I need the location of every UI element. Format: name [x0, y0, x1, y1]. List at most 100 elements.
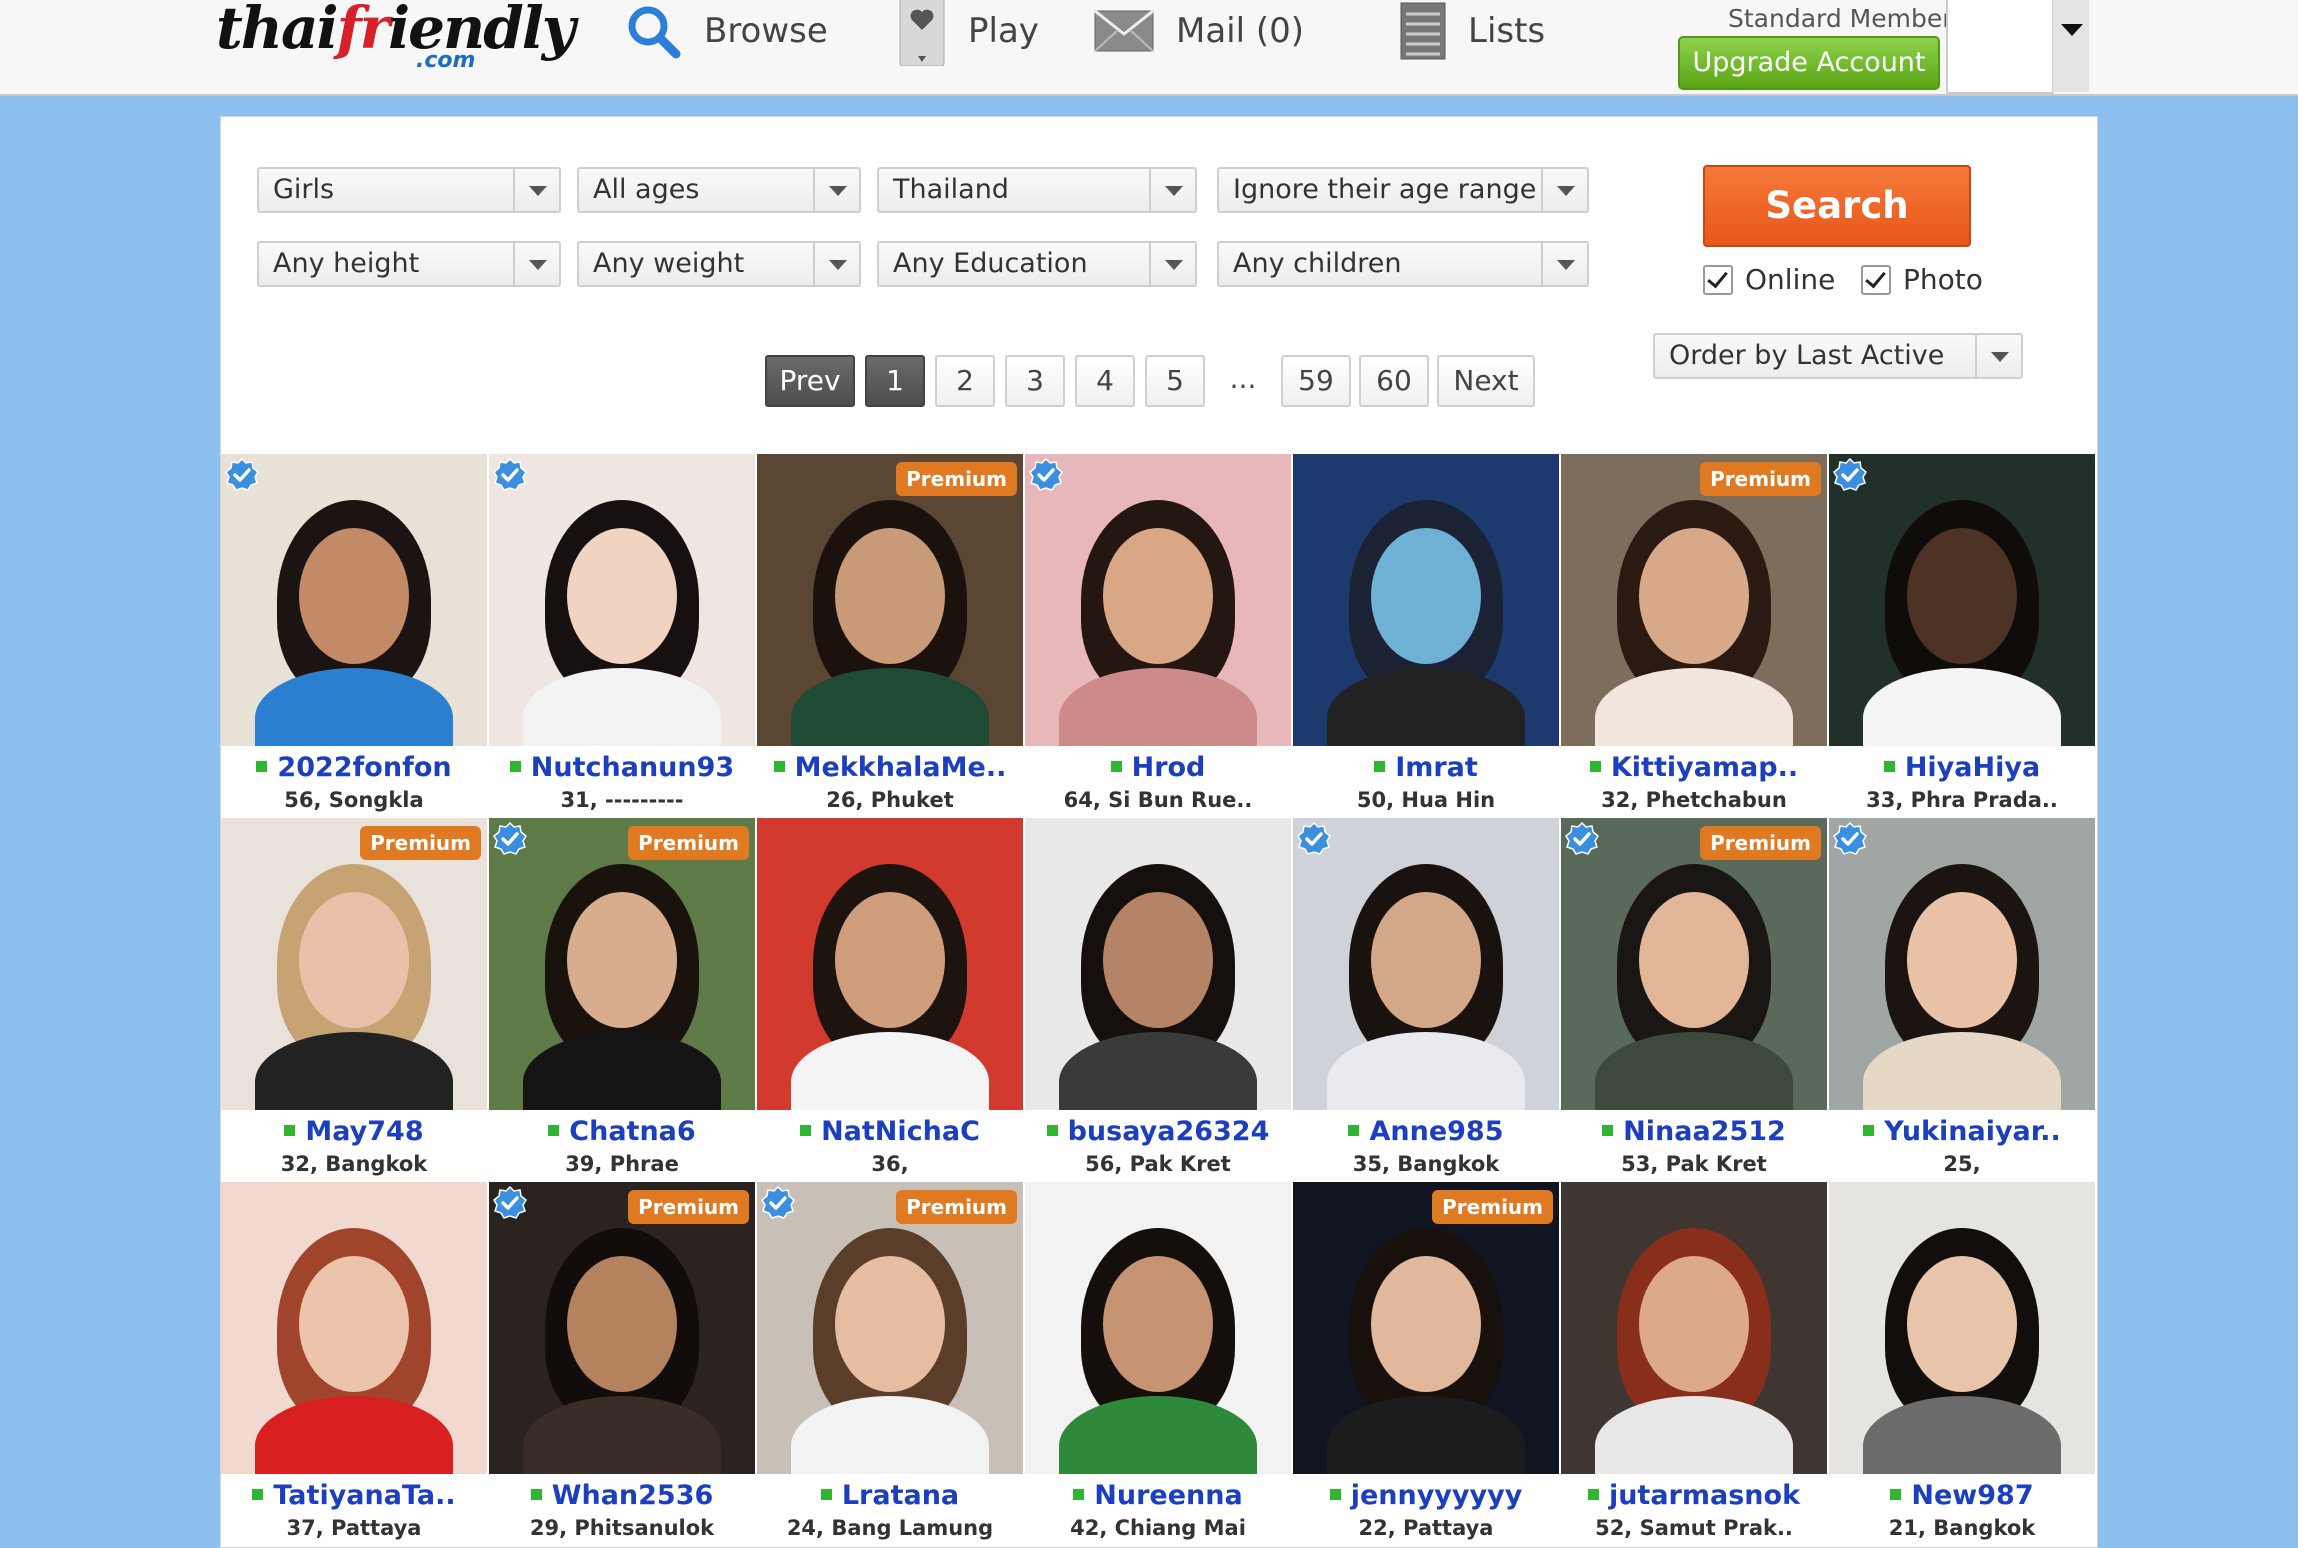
- profile-photo[interactable]: Premium: [489, 818, 755, 1110]
- age-select[interactable]: All ages: [577, 167, 861, 213]
- weight-select[interactable]: Any weight: [577, 241, 861, 287]
- profile-photo[interactable]: Premium: [489, 1182, 755, 1474]
- profile-card[interactable]: Premium Ninaa2512 53, Pak Kret: [1561, 818, 1827, 1180]
- profile-username[interactable]: Lratana: [757, 1480, 1023, 1511]
- profile-photo[interactable]: [221, 1182, 487, 1474]
- profile-card[interactable]: Imrat 50, Hua Hin: [1293, 454, 1559, 816]
- profile-username[interactable]: MekkhalaMe..: [757, 752, 1023, 783]
- profile-card[interactable]: Nureenna 42, Chiang Mai: [1025, 1182, 1291, 1544]
- profile-username[interactable]: jennyyyyyy: [1293, 1480, 1559, 1511]
- profile-card[interactable]: Premium jennyyyyyy 22, Pattaya: [1293, 1182, 1559, 1544]
- profile-card[interactable]: Premium Chatna6 39, Phrae: [489, 818, 755, 1180]
- profile-age-location: 29, Phitsanulok: [529, 1516, 715, 1540]
- nav-lists[interactable]: Lists: [1400, 0, 1545, 62]
- profile-username[interactable]: Kittiyamap..: [1561, 752, 1827, 783]
- nav-browse[interactable]: Browse: [624, 0, 828, 62]
- profile-age-location: 21, Bangkok: [1888, 1516, 2036, 1540]
- profile-card[interactable]: 2022fonfon 56, Songkla: [221, 454, 487, 816]
- nav-play[interactable]: Play: [898, 0, 1039, 66]
- profile-username[interactable]: Whan2536: [489, 1480, 755, 1511]
- profile-card[interactable]: TatiyanaTa.. 37, Pattaya: [221, 1182, 487, 1544]
- page-2-button[interactable]: 2: [935, 355, 995, 407]
- profile-photo[interactable]: [1025, 1182, 1291, 1474]
- profile-card[interactable]: jutarmasnok 52, Samut Prak..: [1561, 1182, 1827, 1544]
- profile-username[interactable]: New987: [1829, 1480, 2095, 1511]
- education-select[interactable]: Any Education: [877, 241, 1197, 287]
- profile-photo[interactable]: [1829, 454, 2095, 746]
- profile-photo[interactable]: [1293, 818, 1559, 1110]
- profile-username[interactable]: HiyaHiya: [1829, 752, 2095, 783]
- profile-username[interactable]: busaya26324: [1025, 1116, 1291, 1147]
- profile-username[interactable]: TatiyanaTa..: [221, 1480, 487, 1511]
- page-5-button[interactable]: 5: [1145, 355, 1205, 407]
- profile-username[interactable]: Hrod: [1025, 752, 1291, 783]
- prev-page-button[interactable]: Prev: [765, 355, 855, 407]
- profile-photo[interactable]: Premium: [1561, 454, 1827, 746]
- profile-photo[interactable]: [1561, 1182, 1827, 1474]
- photo-checkbox[interactable]: Photo: [1861, 263, 1983, 296]
- profile-username[interactable]: Ninaa2512: [1561, 1116, 1827, 1147]
- online-indicator-icon: [773, 761, 785, 772]
- profile-photo[interactable]: [1829, 818, 2095, 1110]
- gender-select[interactable]: Girls: [257, 167, 561, 213]
- profile-username[interactable]: Imrat: [1293, 752, 1559, 783]
- profile-photo[interactable]: [221, 454, 487, 746]
- children-select[interactable]: Any children: [1217, 241, 1589, 287]
- profile-photo[interactable]: [757, 818, 1023, 1110]
- account-dropdown-button[interactable]: [2052, 0, 2089, 92]
- profile-photo[interactable]: [1829, 1182, 2095, 1474]
- profile-username[interactable]: NatNichaC: [757, 1116, 1023, 1147]
- page-4-button[interactable]: 4: [1075, 355, 1135, 407]
- height-select[interactable]: Any height: [257, 241, 561, 287]
- profile-username[interactable]: Anne985: [1293, 1116, 1559, 1147]
- account-avatar[interactable]: [1946, 0, 2054, 94]
- nav-mail[interactable]: Mail (0): [1094, 0, 1304, 62]
- nav-mail-label: Mail (0): [1176, 11, 1305, 51]
- profile-username[interactable]: Yukinaiyar..: [1829, 1116, 2095, 1147]
- profile-card[interactable]: HiyaHiya 33, Phra Prada..: [1829, 454, 2095, 816]
- page-59-button[interactable]: 59: [1281, 355, 1351, 407]
- profile-username[interactable]: Nureenna: [1025, 1480, 1291, 1511]
- upgrade-account-button[interactable]: Upgrade Account: [1678, 36, 1940, 90]
- profile-photo[interactable]: Premium: [757, 454, 1023, 746]
- profile-card[interactable]: Hrod 64, Si Bun Rue..: [1025, 454, 1291, 816]
- site-logo[interactable]: thaifriendly .com: [216, 0, 576, 84]
- profile-username[interactable]: 2022fonfon: [221, 752, 487, 783]
- profile-card[interactable]: NatNichaC 36,: [757, 818, 1023, 1180]
- profile-photo[interactable]: Premium: [1293, 1182, 1559, 1474]
- profile-age-location: 26, Phuket: [826, 788, 954, 812]
- profile-photo[interactable]: Premium: [221, 818, 487, 1110]
- profile-username[interactable]: jutarmasnok: [1561, 1480, 1827, 1511]
- page-1-button[interactable]: 1: [865, 355, 925, 407]
- online-checkbox[interactable]: Online: [1703, 263, 1835, 296]
- profile-card[interactable]: Premium Whan2536 29, Phitsanulok: [489, 1182, 755, 1544]
- profile-photo[interactable]: [489, 454, 755, 746]
- profile-photo[interactable]: [1025, 818, 1291, 1110]
- profile-card[interactable]: Premium Kittiyamap.. 32, Phetchabun: [1561, 454, 1827, 816]
- next-page-button[interactable]: Next: [1437, 355, 1535, 407]
- profile-username[interactable]: May748: [221, 1116, 487, 1147]
- profile-card[interactable]: Premium May748 32, Bangkok: [221, 818, 487, 1180]
- page-3-button[interactable]: 3: [1005, 355, 1065, 407]
- profile-card[interactable]: Premium Lratana 24, Bang Lamung: [757, 1182, 1023, 1544]
- profile-photo[interactable]: [1293, 454, 1559, 746]
- profile-card[interactable]: Nutchanun93 31, ---------: [489, 454, 755, 816]
- order-select[interactable]: Order by Last Active: [1653, 333, 2023, 379]
- profile-username[interactable]: Chatna6: [489, 1116, 755, 1147]
- profile-username[interactable]: Nutchanun93: [489, 752, 755, 783]
- page-60-button[interactable]: 60: [1359, 355, 1429, 407]
- photo-label: Photo: [1903, 263, 1983, 296]
- profile-card[interactable]: Premium MekkhalaMe.. 26, Phuket: [757, 454, 1023, 816]
- profile-photo[interactable]: Premium: [1561, 818, 1827, 1110]
- profile-photo[interactable]: Premium: [757, 1182, 1023, 1474]
- country-select[interactable]: Thailand: [877, 167, 1197, 213]
- profile-card[interactable]: busaya26324 56, Pak Kret: [1025, 818, 1291, 1180]
- profile-card[interactable]: New987 21, Bangkok: [1829, 1182, 2095, 1544]
- profile-username-text: busaya26324: [1067, 1116, 1270, 1147]
- search-button[interactable]: Search: [1703, 165, 1971, 247]
- profile-card[interactable]: Yukinaiyar.. 25,: [1829, 818, 2095, 1180]
- age-range-select[interactable]: Ignore their age range: [1217, 167, 1589, 213]
- online-indicator-icon: [1863, 1125, 1875, 1136]
- profile-card[interactable]: Anne985 35, Bangkok: [1293, 818, 1559, 1180]
- profile-photo[interactable]: [1025, 454, 1291, 746]
